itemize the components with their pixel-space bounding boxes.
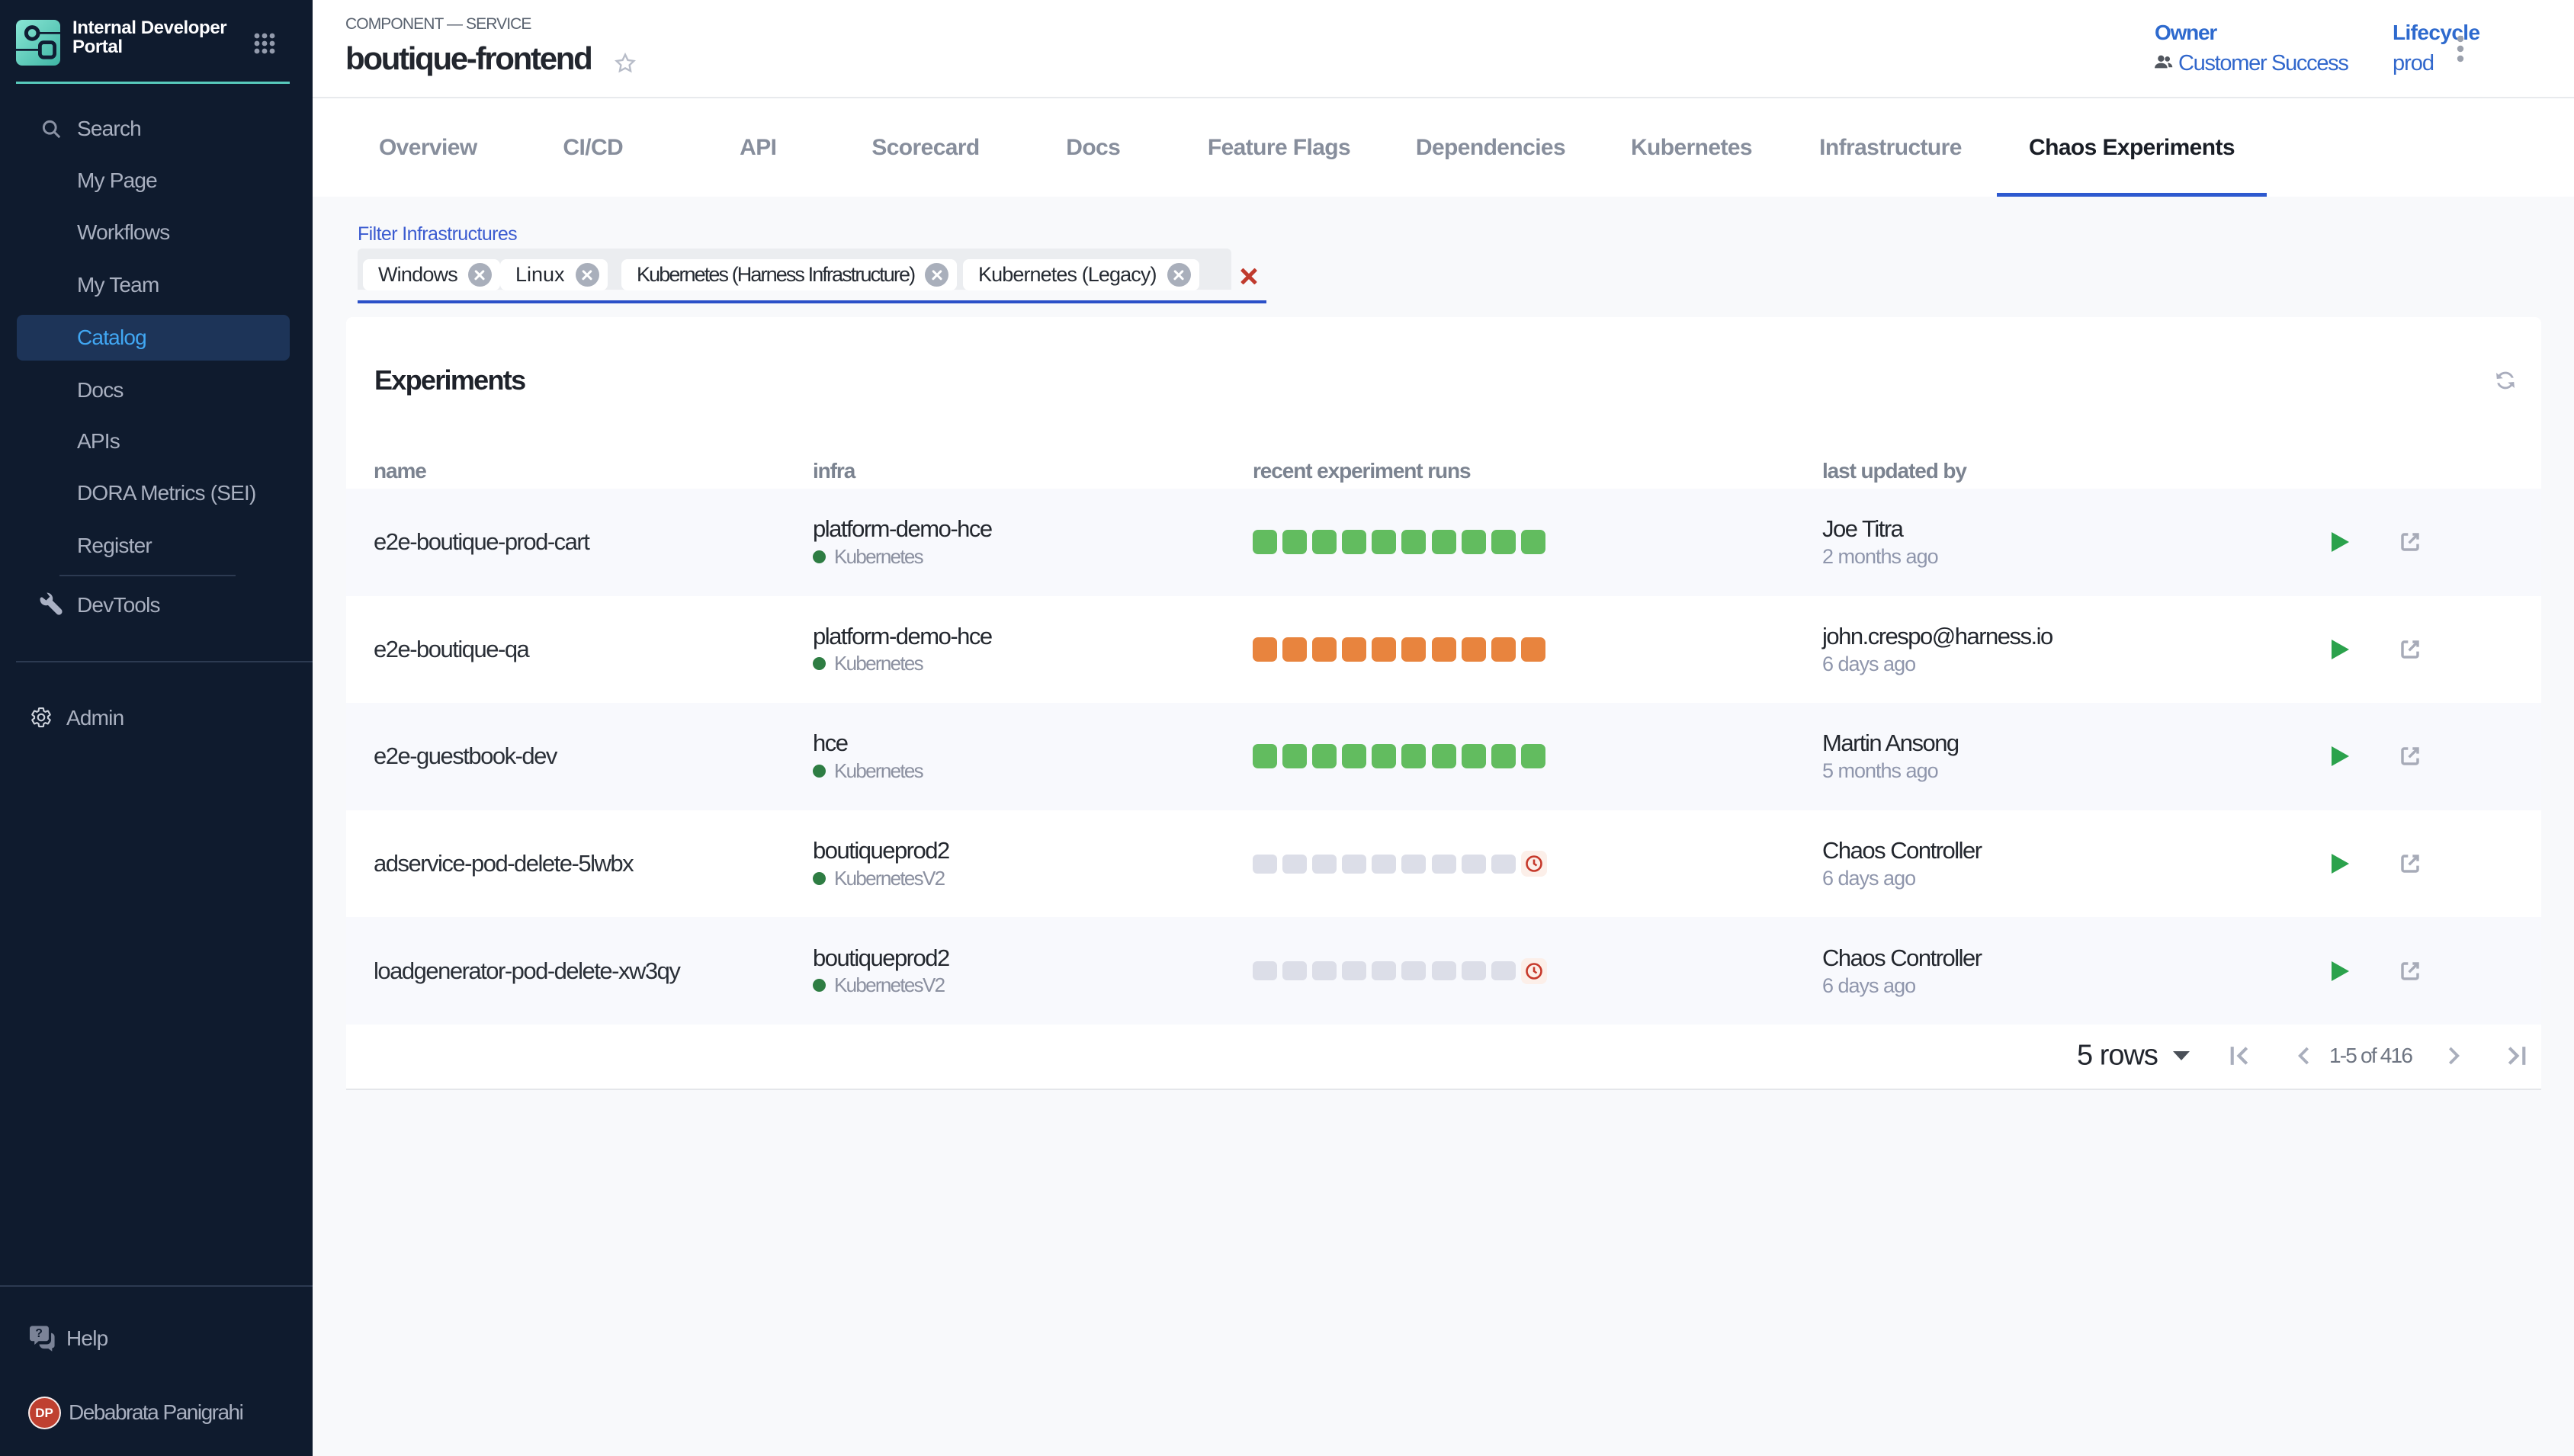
svg-text:?: ? [35, 1327, 43, 1340]
